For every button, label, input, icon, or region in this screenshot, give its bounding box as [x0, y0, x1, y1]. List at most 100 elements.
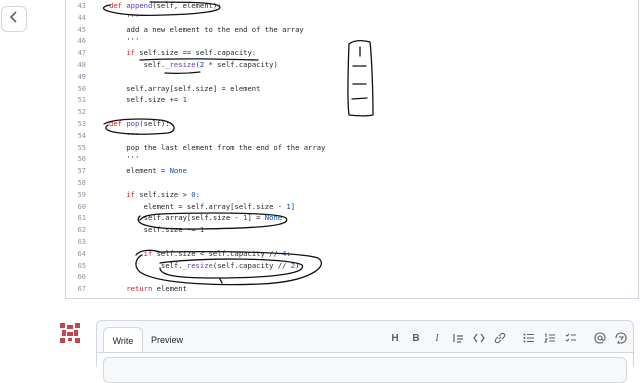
link-icon[interactable]: [494, 331, 506, 345]
mention-icon[interactable]: [594, 331, 606, 345]
code-text: element = self.array[self.size - 1]: [109, 201, 295, 213]
quote-icon[interactable]: [452, 331, 464, 345]
code-line: 58: [66, 177, 638, 189]
tab-preview[interactable]: Preview: [147, 327, 187, 353]
code-token: None: [264, 213, 283, 223]
code-text: self.array[self.size] = element: [109, 83, 260, 95]
reference-icon[interactable]: [615, 331, 627, 345]
code-token: * self.capacity): [204, 60, 278, 69]
code-text: def pop(self):: [109, 118, 170, 130]
code-text: self.size -= 1: [109, 224, 205, 236]
code-token: (self):: [139, 119, 170, 128]
line-number[interactable]: 60: [66, 201, 86, 213]
code-text: self.size += 1: [109, 94, 187, 106]
code-token: element: [152, 284, 187, 294]
code-line: 66: [66, 271, 638, 283]
code-token: append: [126, 1, 153, 10]
code-line: 63: [66, 236, 638, 248]
code-text: pop the last element from the end of the…: [109, 142, 325, 154]
line-number[interactable]: 44: [66, 12, 86, 24]
code-token: element = self.array[self.size -: [109, 201, 287, 211]
code-text: self._resize(2 * self.capacity): [109, 59, 278, 71]
code-token: element =: [109, 166, 170, 176]
code-token: self.array[self.size -: [109, 213, 244, 223]
bulleted-list-icon[interactable]: [523, 331, 535, 345]
code-line: 51 self.size += 1: [66, 94, 638, 106]
line-number[interactable]: 45: [66, 24, 86, 36]
line-number[interactable]: 64: [66, 248, 86, 260]
line-number[interactable]: 67: [66, 283, 86, 295]
line-number[interactable]: 47: [66, 47, 86, 59]
code-token: pop: [126, 119, 140, 128]
italic-icon[interactable]: I: [431, 331, 443, 345]
code-token: (self.capacity //: [212, 260, 291, 270]
code-text: self._resize(self.capacity // 2): [109, 260, 300, 272]
code-text: if self.size > 0:: [109, 189, 200, 201]
code-token: self.size < self.capacity //: [152, 248, 283, 258]
line-number[interactable]: 54: [66, 130, 86, 142]
line-number[interactable]: 52: [66, 106, 86, 118]
code-line: 53 def pop(self):: [66, 118, 638, 130]
code-token: ]: [290, 201, 296, 211]
code-line: 67 return element: [66, 283, 638, 295]
code-line: 48 self._resize(2 * self.capacity): [66, 59, 638, 71]
code-text: ''': [109, 153, 139, 165]
heading-icon[interactable]: H: [389, 331, 401, 345]
code-text: def append(self, element):: [109, 0, 222, 12]
line-number[interactable]: 65: [66, 260, 86, 272]
code-token: self.size +=: [109, 95, 183, 105]
line-number[interactable]: 59: [66, 189, 86, 201]
code-token: add a new element to the end of the arra…: [109, 24, 304, 34]
code-token: _resize: [182, 260, 213, 270]
line-number[interactable]: 46: [66, 35, 86, 47]
line-number[interactable]: 49: [66, 71, 86, 83]
comment-box: Write Preview H B I: [96, 320, 634, 383]
code-token: self.size >: [134, 189, 192, 199]
code-line: 47 if self.size == self.capacity:: [66, 47, 638, 59]
line-number[interactable]: 57: [66, 165, 86, 177]
line-number[interactable]: 55: [66, 142, 86, 154]
line-number[interactable]: 61: [66, 212, 86, 224]
line-number[interactable]: 51: [66, 94, 86, 106]
code-line: 46 ''': [66, 35, 638, 47]
code-token: def: [109, 1, 127, 10]
code-token: self.size -=: [109, 225, 200, 235]
code-line: 64 if self.size < self.capacity // 4:: [66, 248, 638, 260]
line-number[interactable]: 43: [66, 0, 86, 12]
comment-tabs: Write Preview H B I: [97, 321, 633, 353]
numbered-list-icon[interactable]: [544, 331, 556, 345]
code-text: if self.size < self.capacity // 4:: [109, 248, 291, 260]
comment-editor[interactable]: [97, 352, 633, 383]
code-line: 60 element = self.array[self.size - 1]: [66, 201, 638, 213]
line-number[interactable]: 58: [66, 177, 86, 189]
code-icon[interactable]: [473, 331, 485, 345]
code-token: def: [109, 119, 127, 128]
comment-textarea[interactable]: [103, 357, 627, 383]
line-number[interactable]: 50: [66, 83, 86, 95]
line-number[interactable]: 48: [66, 59, 86, 71]
task-list-icon[interactable]: [565, 331, 577, 345]
code-line: 50 self.array[self.size] = element: [66, 83, 638, 95]
line-number[interactable]: 56: [66, 153, 86, 165]
code-line: 65 self._resize(self.capacity // 2): [66, 260, 638, 272]
bold-icon[interactable]: B: [410, 331, 422, 345]
code-text: add a new element to the end of the arra…: [109, 24, 304, 36]
code-line: 49: [66, 71, 638, 83]
line-number[interactable]: 53: [66, 118, 86, 130]
code-text: self.array[self.size - 1] = None: [109, 212, 283, 224]
code-token: if: [126, 48, 135, 58]
code-line: 59 if self.size > 0:: [66, 189, 638, 201]
code-token: :: [286, 248, 291, 258]
tab-write[interactable]: Write: [103, 327, 143, 353]
code-text: element = None: [109, 165, 187, 177]
avatar[interactable]: [58, 321, 82, 345]
line-number[interactable]: 62: [66, 224, 86, 236]
line-number[interactable]: 66: [66, 271, 86, 283]
code-line: 52: [66, 106, 638, 118]
line-number[interactable]: 63: [66, 236, 86, 248]
back-button[interactable]: [1, 6, 27, 32]
code-token: if: [143, 248, 153, 258]
code-line: 44 ''': [66, 12, 638, 24]
